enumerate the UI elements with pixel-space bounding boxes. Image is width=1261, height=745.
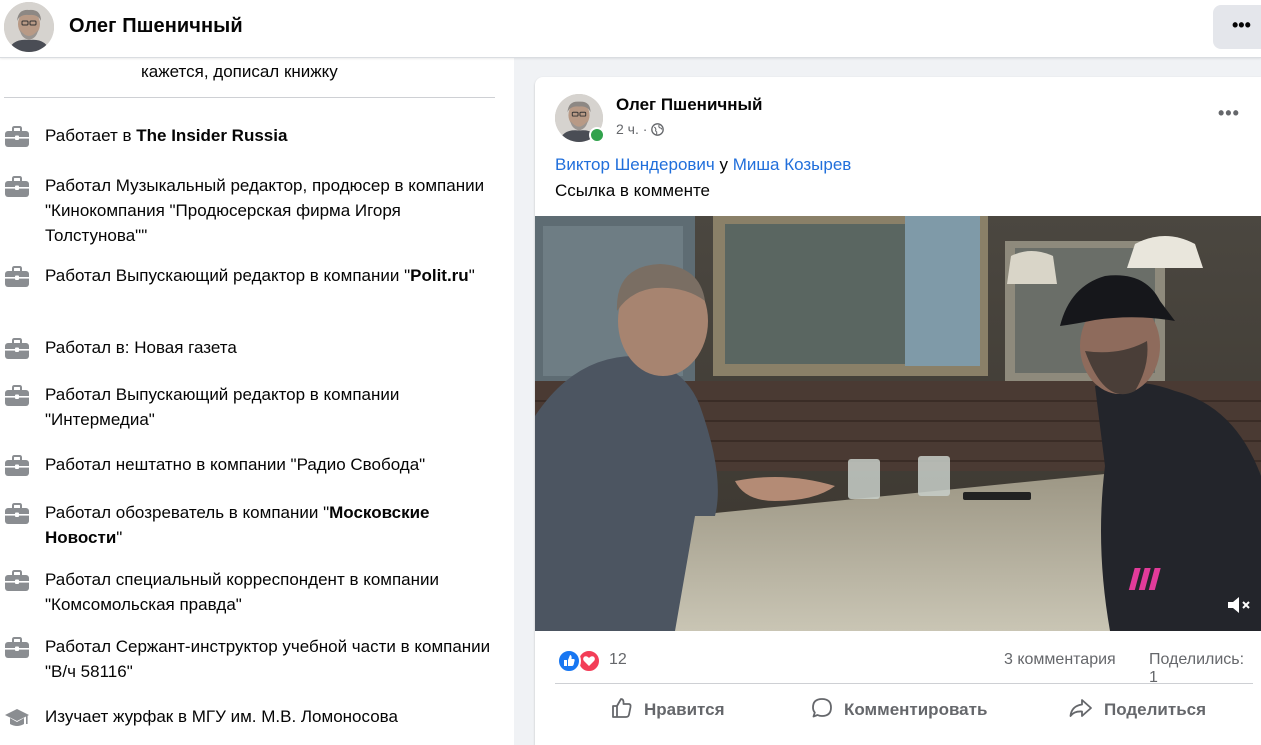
post-author-name[interactable]: Олег Пшеничный: [616, 95, 763, 115]
intro-panel: кажется, дописал книжку Работает в The I…: [0, 57, 514, 745]
reactions-summary: 12 3 комментария Поделились: 1: [555, 647, 1255, 686]
work-history-text: Работал специальный корреспондент в комп…: [45, 567, 495, 617]
briefcase-icon: [4, 266, 30, 288]
work-text-part: ": [468, 266, 475, 285]
post-video[interactable]: ///: [535, 216, 1261, 631]
like-button[interactable]: Нравится: [610, 691, 725, 729]
comment-bubble-icon: [810, 696, 844, 725]
briefcase-icon: [4, 503, 30, 525]
organization-link[interactable]: The Insider Russia: [136, 126, 287, 145]
globe-icon[interactable]: [651, 123, 665, 139]
share-label: Поделиться: [1104, 700, 1207, 719]
share-arrow-icon: [1068, 696, 1104, 725]
post-timestamp[interactable]: 2 ч.: [616, 121, 639, 137]
briefcase-icon: [4, 570, 30, 592]
post-tag-line: Виктор Шендерович у Миша Козырев: [555, 155, 851, 175]
briefcase-icon: [4, 126, 30, 148]
post-card: Олег Пшеничный 2 ч. · ••• Виктор Шендеро…: [535, 77, 1261, 745]
briefcase-icon: [4, 385, 30, 407]
briefcase-icon: [4, 455, 30, 477]
work-text-part: Работал в: Новая газета: [45, 338, 237, 357]
work-text-part: Работал Музыкальный редактор, продюсер в…: [45, 176, 485, 245]
location-word: у: [714, 155, 733, 174]
work-text-part: Работает в: [45, 126, 137, 145]
profile-header-bar: Олег Пшеничный •••: [0, 0, 1261, 58]
shares-count[interactable]: Поделились: 1: [1149, 651, 1255, 687]
tagged-person-link[interactable]: Виктор Шендерович: [555, 155, 715, 174]
comment-button[interactable]: Комментировать: [810, 691, 987, 729]
post-meta: 2 ч. ·: [616, 121, 665, 139]
comments-count[interactable]: 3 комментария: [1004, 651, 1116, 669]
briefcase-icon: [4, 637, 30, 659]
post-options-button[interactable]: •••: [1218, 103, 1240, 124]
intro-bio-text: кажется, дописал книжку: [141, 62, 338, 81]
work-history-text: Работал в: Новая газета: [45, 335, 495, 360]
profile-name[interactable]: Олег Пшеничный: [69, 15, 243, 38]
divider: [555, 683, 1253, 684]
work-history-text: Работал Сержант-инструктор учебной части…: [45, 634, 495, 684]
location-person-link[interactable]: Миша Козырев: [733, 155, 852, 174]
briefcase-icon: [4, 176, 30, 198]
work-history-text: Работает в The Insider Russia: [45, 123, 495, 148]
work-text-part: Работал обозреватель в компании ": [45, 503, 330, 522]
like-reaction-icon[interactable]: [557, 649, 581, 673]
profile-more-button[interactable]: •••: [1213, 5, 1261, 49]
work-history-text: Изучает журфак в МГУ им. М.В. Ломоносова: [45, 704, 495, 729]
online-status-dot: [589, 127, 605, 143]
graduation-cap-icon: [4, 707, 30, 729]
work-text-part: Работал специальный корреспондент в комп…: [45, 570, 440, 614]
reactions-count[interactable]: 12: [609, 651, 627, 669]
share-button[interactable]: Поделиться: [1068, 691, 1206, 729]
divider: [4, 97, 495, 98]
thumbs-up-icon: [610, 696, 644, 725]
work-text-part: Работал Выпускающий редактор в компании …: [45, 266, 411, 285]
speaker-muted-icon[interactable]: [1226, 594, 1252, 621]
work-history-text: Работал Выпускающий редактор в компании …: [45, 263, 495, 288]
work-text-part: Работал Сержант-инструктор учебной части…: [45, 637, 491, 681]
work-text-part: Изучает журфак в МГУ им. М.В. Ломоносова: [45, 707, 398, 726]
like-label: Нравится: [644, 700, 725, 719]
comment-label: Комментировать: [844, 700, 988, 719]
meta-separator: ·: [642, 121, 648, 137]
work-text-part: Работал нештатно в компании "Радио Свобо…: [45, 455, 426, 474]
post-text: Ссылка в комменте: [555, 181, 711, 200]
work-history-text: Работал Музыкальный редактор, продюсер в…: [45, 173, 495, 248]
work-history-text: Работал нештатно в компании "Радио Свобо…: [45, 452, 495, 477]
profile-avatar[interactable]: [4, 2, 54, 52]
work-text-part: Работал Выпускающий редактор в компании …: [45, 385, 400, 429]
briefcase-icon: [4, 338, 30, 360]
organization-link[interactable]: Polit.ru: [410, 266, 469, 285]
work-text-part: ": [116, 528, 123, 547]
work-history-text: Работал обозреватель в компании "Московс…: [45, 500, 495, 550]
work-history-text: Работал Выпускающий редактор в компании …: [45, 382, 495, 432]
